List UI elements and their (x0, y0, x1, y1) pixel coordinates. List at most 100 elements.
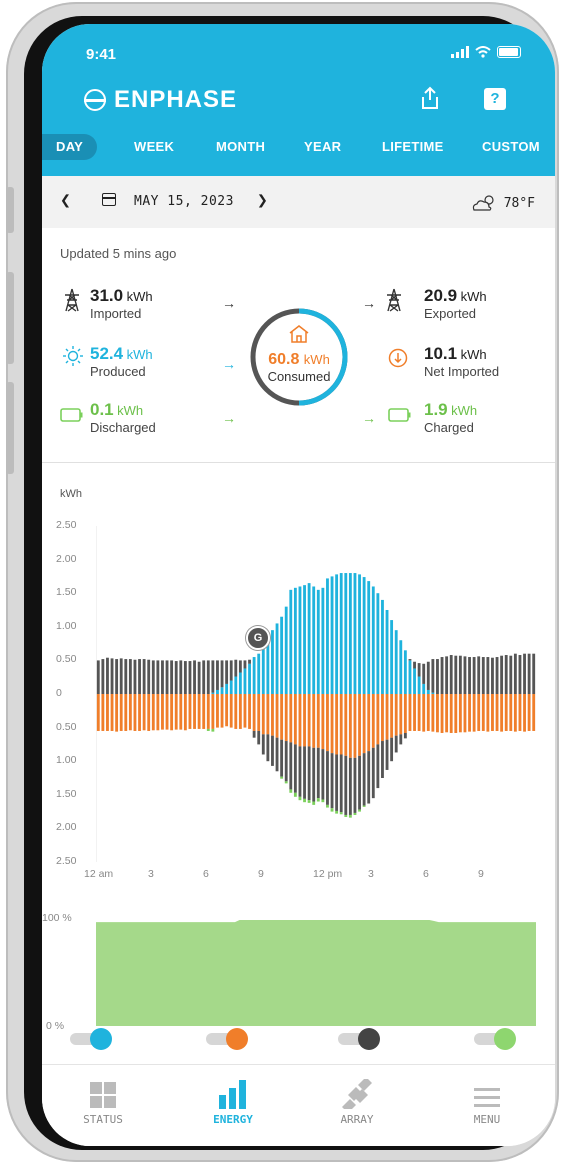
grid-import-bar (119, 658, 123, 694)
selected-date[interactable]: MAY 15, 2023 (134, 194, 234, 209)
exported-unit: kWh (460, 289, 487, 304)
consumption-bar (179, 694, 183, 730)
battery-charge-bar (293, 792, 297, 797)
solar-bar (426, 689, 430, 694)
consumption-bar (399, 694, 403, 735)
consumption-bar (504, 694, 508, 731)
grid-import-bar (96, 660, 100, 694)
discharged-unit: kWh (117, 403, 144, 418)
battery-charge-bar (321, 799, 325, 803)
consumption-bar (174, 694, 178, 730)
solar-bar (238, 672, 242, 694)
grid-import-bar (202, 660, 206, 694)
grid-import-bar (477, 656, 481, 694)
tab-day[interactable]: DAY (42, 134, 98, 160)
grid-export-bar (403, 732, 407, 739)
solar-bar (408, 660, 412, 694)
consumption-bar (211, 694, 215, 729)
grid-import-bar (523, 653, 526, 694)
help-icon[interactable]: ? (484, 88, 506, 110)
tab-month[interactable]: MONTH (216, 134, 265, 160)
tab-lifetime[interactable]: LIFETIME (382, 134, 444, 160)
solar-bar (381, 599, 384, 694)
exported-label: Exported (424, 306, 477, 321)
consumption-bar (303, 694, 306, 747)
energy-bar-chart[interactable] (96, 526, 536, 862)
solar-bar (225, 683, 229, 694)
net-imported-value: 10.1 (424, 344, 458, 363)
solar-bar (307, 583, 311, 694)
nav-status[interactable]: STATUS (58, 1079, 148, 1126)
tab-custom[interactable]: CUSTOM (482, 134, 540, 160)
discharged-summary: 0.1 kWh Discharged (90, 400, 156, 435)
grid-import-bar (151, 660, 155, 694)
consumption-bar (509, 694, 513, 731)
consumed-summary: 60.8 kWh Consumed (247, 351, 351, 384)
battery-charge-bar (335, 810, 339, 814)
consumption-bar (234, 694, 238, 729)
solar-bar (248, 663, 251, 694)
toggle-battery[interactable] (474, 1028, 522, 1050)
grid-export-bar (344, 755, 348, 815)
consumption-bar (376, 694, 380, 745)
solar-bar (252, 657, 256, 694)
grid-export-bar (261, 734, 265, 755)
side-button (6, 382, 14, 474)
toggle-solar[interactable] (70, 1028, 118, 1050)
nav-array[interactable]: ARRAY (312, 1079, 402, 1126)
x-tick-label: 12 am (84, 868, 114, 880)
nav-menu[interactable]: MENU (442, 1079, 532, 1126)
grid-export-bar (312, 747, 316, 802)
tab-year[interactable]: YEAR (304, 134, 341, 160)
consumption-bar (128, 694, 132, 731)
consumption-bar (326, 694, 329, 752)
grid-import-bar (115, 659, 119, 694)
solar-bar (353, 573, 357, 694)
consumption-bar (261, 694, 265, 735)
produced-value: 52.4 (90, 344, 124, 363)
consumption-bar (298, 694, 302, 747)
grid-import-bar (532, 653, 536, 694)
hamburger-icon (474, 1088, 500, 1107)
grid-import-bar (431, 659, 435, 693)
grid-export-bar (385, 739, 389, 770)
toggle-consumption[interactable] (206, 1028, 254, 1050)
solar-bar (211, 692, 215, 694)
date-bar: ❮ MAY 15, 2023 ❯ 78°F (42, 176, 555, 228)
nav-energy[interactable]: ENERGY (188, 1079, 278, 1126)
imported-summary: 31.0 kWh Imported (90, 286, 153, 321)
net-imported-unit: kWh (460, 347, 487, 362)
nav-menu-label: MENU (473, 1113, 501, 1126)
arrow-icon: → (222, 356, 236, 372)
grid-import-bar (165, 660, 169, 694)
share-icon[interactable] (420, 86, 440, 110)
grid-export-bar (335, 754, 339, 811)
solar-bar (348, 573, 352, 694)
consumption-bar (390, 694, 394, 738)
consumption-bar (348, 694, 352, 758)
battery-soc-chart[interactable] (96, 916, 536, 1026)
grid-import-bar (486, 657, 490, 694)
period-tabs: DAY WEEK MONTH YEAR LIFETIME CUSTOM (42, 134, 555, 160)
consumption-bar (417, 694, 421, 731)
grid-import-bar (243, 660, 247, 669)
consumption-bar (394, 694, 398, 736)
solar-bar (303, 585, 306, 694)
battery-charge-bar (358, 809, 361, 812)
previous-date-button[interactable]: ❮ (60, 190, 71, 211)
consumption-bar (312, 694, 316, 748)
solar-bar (321, 587, 325, 694)
toggle-grid[interactable] (338, 1028, 386, 1050)
consumption-bar (527, 694, 531, 731)
calendar-icon[interactable] (102, 193, 116, 206)
consumption-bar (138, 694, 141, 731)
tab-week[interactable]: WEEK (134, 134, 174, 160)
solar-bar (284, 606, 288, 694)
grid-import-bar (106, 657, 109, 694)
solar-bar (275, 623, 279, 694)
solar-bar (376, 593, 380, 694)
solar-bar (403, 650, 407, 694)
next-date-button[interactable]: ❯ (257, 190, 268, 211)
grid-import-bar (491, 657, 494, 694)
grid-marker-icon[interactable]: G (246, 626, 270, 650)
